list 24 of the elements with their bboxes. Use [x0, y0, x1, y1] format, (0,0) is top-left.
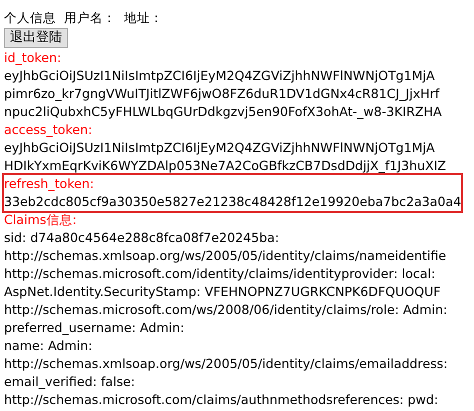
token-text: HDIkYxmEqrKviK6WYZDAlp053Ne7A2CoGBfkzCB7DsdDdjjX_f1J3huXIZ [4, 157, 446, 175]
token-text: eyJhbGciOiJSUzI1NiIsImtpZCI6IjEyM2Q4ZGViZjhhNWFlNWNjOTg1MjA [4, 139, 435, 157]
logout-button[interactable]: 退出登陆 [4, 28, 68, 48]
token-text: http://schemas.microsoft.com/claims/authnmethodsreferences: pwd: [4, 391, 438, 409]
field-label: 地址： [124, 9, 163, 27]
token-text: email_verified: false: [4, 373, 136, 391]
section-label: id_token: [4, 49, 62, 67]
section-label: Claims信息: [4, 211, 77, 229]
token-text: npuc2liQubxhC5yFHLWLbqGUrDdkgzvj5en90FofX3ohAt-_w8-3KIRZHA [4, 103, 442, 121]
field-label: 用户名： [64, 9, 116, 27]
token-text: AspNet.Identity.SecurityStamp: VFEHNOPNZ7UGRKCNPK6DFQUOQUF [4, 283, 441, 301]
token-text: http://schemas.xmlsoap.org/ws/2005/05/identity/claims/nameidentifie [4, 247, 446, 265]
section-label: refresh_token: [4, 175, 94, 193]
token-text: 33eb2cdc805cf9a30350e5827e21238c48428f12e19920eba7bc2a3a0a4 [4, 193, 462, 211]
token-text: eyJhbGciOiJSUzI1NiIsImtpZCI6IjEyM2Q4ZGViZjhhNWFlNWNjOTg1MjA [4, 67, 435, 85]
token-text: preferred_username: Admin: [4, 319, 184, 337]
token-text: http://schemas.xmlsoap.org/ws/2005/05/identity/claims/emailaddress: [4, 355, 448, 373]
token-text: sid: d74a80c4564e288c8fca08f7e20245ba: [4, 229, 280, 247]
page-heading: 个人信息 [4, 9, 56, 27]
token-text: http://schemas.microsoft.com/identity/claims/identityprovider: local: [4, 265, 436, 283]
section-label: access_token: [4, 121, 92, 139]
token-text: pimr6zo_kr7gngVWuITJitlZWF6jwO8FZ6duR1DV1dGNx4cR81CJ_JjxHrf [4, 85, 440, 103]
token-text: http://schemas.microsoft.com/ws/2008/06/identity/claims/role: Admin: [4, 301, 448, 319]
token-text: name: Admin: [4, 337, 92, 355]
